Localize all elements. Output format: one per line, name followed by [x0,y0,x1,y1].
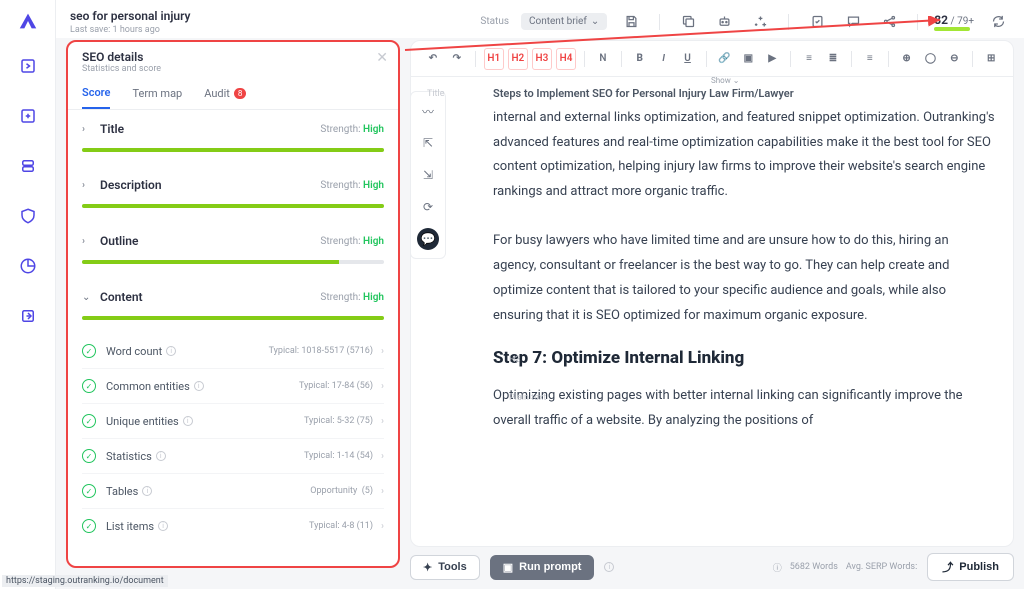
h1-button[interactable]: H1 [484,48,504,70]
nav-export-icon[interactable] [12,300,44,332]
status-bar-url: https://staging.outranking.io/document [2,575,168,587]
tab-score[interactable]: Score [82,86,110,109]
save-icon[interactable] [619,10,643,34]
app-sidebar [0,0,56,589]
nav-add-icon[interactable] [12,100,44,132]
align-icon[interactable]: ≡ [860,48,880,70]
editor-toolbar: ↶ ↷ H1 H2 H3 H4 N B I U 🔗 ▣ ▶ ≡ ≣ ≡ ⊕ ◯ … [411,41,1013,77]
check-icon [82,344,96,358]
word-count-label: 5682 Words [790,562,838,572]
zoom-in-icon[interactable]: ⊕ [897,48,917,70]
paragraph: For busy lawyers who have limited time a… [493,229,995,328]
comment-icon[interactable] [841,10,865,34]
document-title: seo for personal injury [70,9,190,23]
item-common-entities[interactable]: Common entitiesi Typical: 17-84 (56) › [82,368,384,403]
h2-button[interactable]: H2 [508,48,528,70]
editor-area: ↶ ↷ H1 H2 H3 H4 N B I U 🔗 ▣ ▶ ≡ ≣ ≡ ⊕ ◯ … [410,40,1014,547]
item-wordcount[interactable]: Word counti Typical: 1018-5517 (5716) › [82,334,384,368]
status-dropdown[interactable]: Content brief⌄ [521,13,607,30]
tab-termmap[interactable]: Term map [132,86,182,109]
grid-icon[interactable]: ⊞ [981,48,1001,70]
serp-label: Avg. SERP Words: [846,562,917,572]
plain-tag-label: Plain text [509,390,546,407]
italic-button[interactable]: I [654,48,674,70]
robot-icon[interactable] [712,10,736,34]
h3-button[interactable]: H3 [532,48,552,70]
tools-button[interactable]: ✦ Tools [410,555,480,580]
status-label: Status [480,16,509,27]
image-icon[interactable]: ▣ [738,48,758,70]
section-title[interactable]: › Title Strength: High [68,110,398,140]
check-icon [82,449,96,463]
copy-icon[interactable] [676,10,700,34]
zoom-out-icon[interactable]: ⊖ [944,48,964,70]
editor-footer: ✦ Tools ▣ Run prompt i ⓘ 5682 Words Avg.… [410,551,1014,583]
last-save-label: Last save: 1 hours ago [70,25,190,35]
item-tables[interactable]: Tablesi Opportunity (5) › [82,473,384,508]
check-icon [82,484,96,498]
refresh-icon[interactable] [986,10,1010,34]
h4-button[interactable]: H4 [556,48,576,70]
h3-tag-label: H3 [509,352,520,369]
heading-step7: Step 7: Optimize Internal Linking [493,342,995,374]
close-icon[interactable]: ✕ [376,50,388,66]
app-logo [17,10,39,32]
list-ol-icon[interactable]: ≣ [823,48,843,70]
show-toggle[interactable]: Show ⌄ [711,76,739,85]
nav-analytics-icon[interactable] [12,250,44,282]
nav-database-icon[interactable] [12,150,44,182]
share-icon[interactable] [877,10,901,34]
bold-button[interactable]: B [630,48,650,70]
check-icon [82,379,96,393]
paragraph: Optimizing existing pages with better in… [493,384,995,433]
item-statistics[interactable]: Statisticsi Typical: 1-14 (54) › [82,438,384,473]
seo-details-panel: SEO details Statistics and score ✕ Score… [66,40,400,568]
item-list-items[interactable]: List itemsi Typical: 4-8 (11) › [82,508,384,543]
article-body[interactable]: internal and external links optimization… [411,102,1013,547]
nav-expand-icon[interactable] [12,50,44,82]
list-ul-icon[interactable]: ≡ [799,48,819,70]
title-tag-label: Title [427,89,444,99]
section-description[interactable]: › Description Strength: High [68,166,398,196]
normal-button[interactable]: N [593,48,613,70]
underline-button[interactable]: U [678,48,698,70]
sparkle-icon[interactable] [748,10,772,34]
header-bar: seo for personal injury Last save: 1 hou… [56,0,1024,38]
info-icon[interactable]: i [604,562,614,572]
article-title: Steps to Implement SEO for Personal Inju… [493,87,794,100]
paragraph: internal and external links optimization… [493,106,995,205]
panel-subtitle: Statistics and score [82,64,384,74]
tab-audit[interactable]: Audit8 [204,86,246,109]
link-icon[interactable]: 🔗 [714,48,734,70]
panel-title: SEO details [82,50,384,64]
section-outline[interactable]: › Outline Strength: High [68,222,398,252]
run-prompt-button[interactable]: ▣ Run prompt [490,555,595,580]
video-icon[interactable]: ▶ [762,48,782,70]
item-unique-entities[interactable]: Unique entitiesi Typical: 5-32 (75) › [82,403,384,438]
check-icon [82,414,96,428]
undo-icon[interactable]: ↶ [423,48,443,70]
redo-icon[interactable]: ↷ [447,48,467,70]
score-display: 82 / 79+ [934,13,974,31]
check-doc-icon[interactable] [805,10,829,34]
check-icon [82,519,96,533]
nav-shield-icon[interactable] [12,200,44,232]
zoom-reset-icon[interactable]: ◯ [921,48,941,70]
publish-button[interactable]: ⤴ Publish [927,553,1014,581]
section-content[interactable]: ⌄ Content Strength: High [68,278,398,308]
